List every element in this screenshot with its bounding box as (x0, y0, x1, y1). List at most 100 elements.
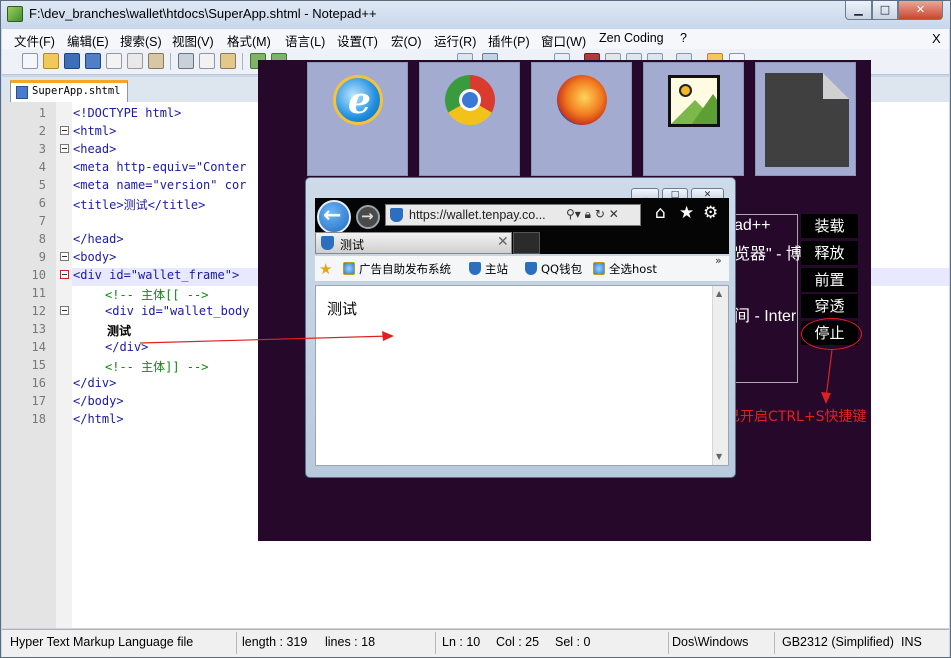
close-all-icon[interactable] (127, 53, 143, 69)
more-favorites-icon[interactable]: » (715, 254, 722, 267)
favorite-link[interactable]: 主站 (469, 261, 508, 277)
stop-highlight-ring (801, 318, 862, 350)
page-fold (823, 73, 849, 99)
status-column: Col : 25 (496, 635, 540, 649)
ie-tab[interactable]: 测试 ✕ (315, 232, 512, 254)
status-eol: Dos\Windows (672, 635, 749, 649)
save-all-icon[interactable] (85, 53, 101, 69)
line-number: 2 (38, 124, 46, 138)
code-text: <div id="wallet_frame"> (73, 268, 240, 282)
click-through-button[interactable]: 穿透 (801, 294, 858, 318)
chrome-icon (445, 75, 495, 125)
menu-macro[interactable]: 宏(O) (391, 31, 422, 50)
gear-icon[interactable]: ⚙ (703, 203, 718, 223)
address-tools: ⚲▾ 🔒︎ ↻ ✕ (566, 207, 619, 222)
menu-language[interactable]: 语言(L) (285, 31, 325, 50)
fold-toggle-icon[interactable] (60, 126, 69, 135)
menu-edit[interactable]: 编辑(E) (67, 31, 109, 50)
menu-view[interactable]: 视图(V) (172, 31, 214, 50)
launcher-image[interactable] (643, 62, 744, 176)
window-title: F:\dev_branches\wallet\htdocs\SuperApp.s… (29, 6, 377, 21)
code-text: </div> (73, 376, 117, 390)
code-text: </body> (73, 394, 124, 408)
title-bar[interactable]: F:\dev_branches\wallet\htdocs\SuperApp.s… (1, 1, 950, 29)
open-file-icon[interactable] (43, 53, 59, 69)
scroll-up-icon[interactable]: ▲ (716, 289, 722, 298)
launcher-firefox[interactable] (531, 62, 632, 176)
status-lines: lines : 18 (325, 635, 376, 649)
copy-icon[interactable] (199, 53, 215, 69)
launcher-chrome[interactable] (419, 62, 520, 176)
status-selection: Sel : 0 (555, 635, 591, 649)
stop-icon[interactable]: ✕ (609, 207, 619, 221)
launcher-document[interactable] (755, 62, 856, 176)
minimize-button[interactable]: ▁ (845, 1, 872, 20)
shield-icon (525, 262, 537, 275)
line-number: 13 (31, 322, 46, 336)
menu-zen-coding[interactable]: Zen Coding (599, 31, 664, 45)
fold-toggle-icon[interactable] (60, 270, 69, 279)
menu-run[interactable]: 运行(R) (434, 31, 476, 50)
code-text: <body> (73, 250, 117, 264)
fold-toggle-icon[interactable] (60, 252, 69, 261)
ie-page-content[interactable]: 测试 ▲ ▼ (315, 285, 729, 466)
new-tab-button[interactable] (513, 232, 540, 254)
print-icon[interactable] (148, 53, 164, 69)
forward-arrow-icon: → (361, 207, 374, 225)
ie-page-icon (593, 262, 605, 275)
cut-icon[interactable] (178, 53, 194, 69)
favorite-link[interactable]: QQ钱包 (525, 261, 582, 277)
tab-label: SuperApp.shtml (32, 85, 121, 97)
tab-superapp-shtml[interactable]: SuperApp.shtml (10, 80, 128, 102)
forward-button[interactable]: → (356, 205, 380, 229)
close-document-button[interactable]: X (932, 31, 941, 46)
home-icon[interactable]: ⌂ (655, 203, 666, 223)
ie-page-icon (343, 262, 355, 275)
tab-close-icon[interactable]: ✕ (497, 234, 509, 250)
close-file-icon[interactable] (106, 53, 122, 69)
code-text: <title>测试</title> (73, 198, 206, 212)
load-button[interactable]: 装载 (801, 214, 858, 238)
code-text: <div id="wallet_body (105, 304, 250, 318)
maximize-button[interactable]: □ (872, 1, 898, 20)
mountain-shape (689, 94, 717, 124)
paste-icon[interactable] (220, 53, 236, 69)
menu-search[interactable]: 搜索(S) (120, 31, 162, 50)
status-length: length : 319 (242, 635, 308, 649)
menu-help[interactable]: ? (680, 31, 687, 45)
code-text: </head> (73, 232, 124, 246)
status-filetype: Hyper Text Markup Language file (10, 635, 194, 649)
back-button[interactable]: ← (317, 200, 351, 234)
menu-plugins[interactable]: 插件(P) (488, 31, 530, 50)
image-icon (668, 75, 720, 127)
launcher-ie[interactable]: e (307, 62, 408, 176)
status-separator (435, 632, 436, 654)
code-text: </div> (105, 340, 149, 354)
favorite-link[interactable]: 全选host (593, 261, 657, 277)
line-number: 4 (38, 160, 46, 174)
bring-to-front-button[interactable]: 前置 (801, 268, 858, 292)
favorite-link[interactable]: 广告自助发布系统 (343, 261, 451, 277)
new-file-icon[interactable] (22, 53, 38, 69)
add-favorite-star-icon[interactable]: ★ (319, 260, 332, 278)
menu-settings[interactable]: 设置(T) (337, 31, 378, 50)
menu-format[interactable]: 格式(M) (227, 31, 271, 50)
refresh-icon[interactable]: ↻ (595, 207, 605, 221)
toolbar-separator (242, 53, 243, 70)
search-icon[interactable]: ⚲▾ (566, 207, 581, 221)
favorites-star-icon[interactable]: ★ (679, 203, 694, 223)
save-icon[interactable] (64, 53, 80, 69)
menu-window[interactable]: 窗口(W) (541, 31, 586, 50)
ie-preview-window[interactable]: ▁ □ ✕ ← → https://wallet.tenpay.co... ⚲▾… (305, 177, 736, 478)
background-text: ad++ (734, 217, 771, 234)
address-bar[interactable]: https://wallet.tenpay.co... ⚲▾ 🔒︎ ↻ ✕ (385, 204, 641, 226)
line-number: 17 (31, 394, 46, 408)
scroll-down-icon[interactable]: ▼ (716, 452, 722, 461)
fold-toggle-icon[interactable] (60, 144, 69, 153)
close-button[interactable]: ✕ (898, 1, 943, 20)
release-button[interactable]: 释放 (801, 241, 858, 265)
vertical-scrollbar[interactable]: ▲ ▼ (712, 286, 728, 465)
lock-icon: 🔒︎ (584, 207, 592, 221)
fold-toggle-icon[interactable] (60, 306, 69, 315)
menu-file[interactable]: 文件(F) (14, 31, 55, 50)
